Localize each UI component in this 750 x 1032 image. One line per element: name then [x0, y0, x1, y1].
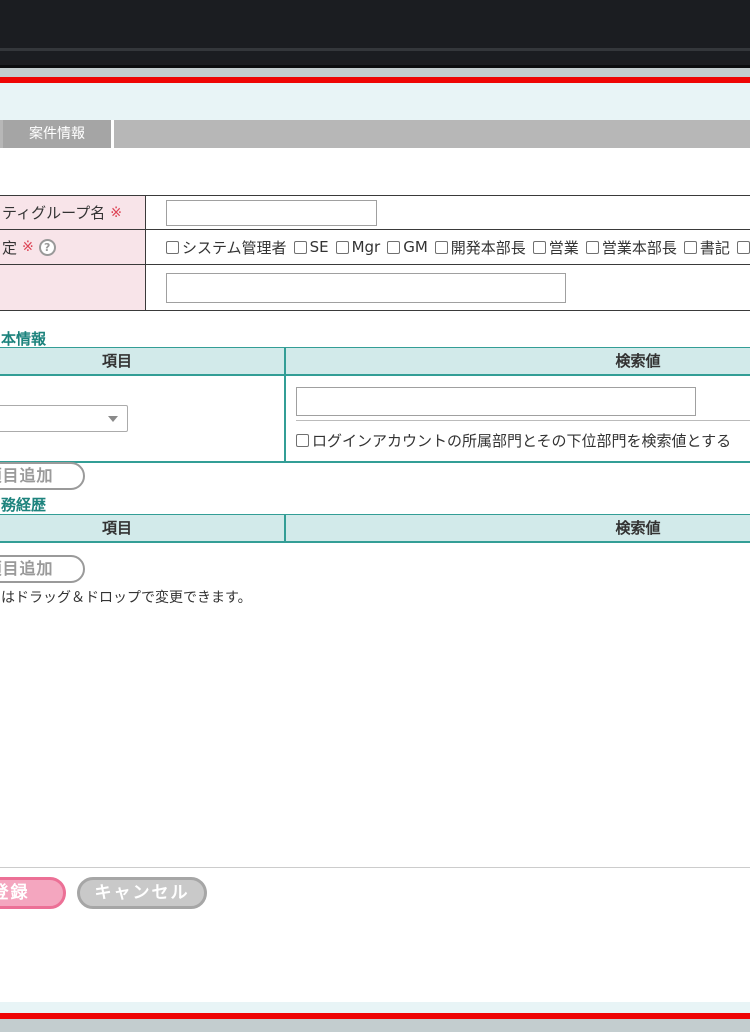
- form-row-group-name: ティグループ名 ※: [0, 196, 750, 230]
- role-checkbox-item[interactable]: GM: [387, 238, 428, 256]
- role-checkbox-item[interactable]: システム管理者: [166, 237, 287, 258]
- basic-info-table-row: ログインアカウントの所属部門とその下位部門を検索値とする: [0, 376, 750, 463]
- roles-checkbox-group: システム管理者 SE Mgr GM 開発本部長 営業 営業本部長 書記 営業事務: [146, 230, 750, 264]
- tab-bar: 案件情報: [0, 120, 750, 148]
- basic-info-table-header: 項目 検索値: [0, 347, 750, 376]
- checkbox-icon[interactable]: [166, 241, 179, 254]
- bottom-gray-strip: [0, 1019, 750, 1032]
- basic-info-search-table: 項目 検索値 ログインアカウントの所属部門とその下位部門を検索値とする: [0, 347, 750, 463]
- column-header-item: 項目: [0, 515, 286, 541]
- group-name-input[interactable]: [166, 200, 377, 226]
- drag-drop-hint-text: はドラッグ＆ドロップで変更できます。: [1, 587, 252, 607]
- help-icon[interactable]: ?: [39, 239, 56, 256]
- chevron-down-icon: [108, 416, 118, 422]
- item-select-dropdown[interactable]: [0, 405, 128, 432]
- tab-case-info[interactable]: 案件情報: [3, 120, 114, 148]
- bottom-light-strip: [0, 1002, 750, 1013]
- page: 案件情報 ティグループ名 ※ 定 ※ ? システム管理者 SE Mgr GM: [0, 0, 750, 1032]
- top-gray-strip: [0, 68, 750, 77]
- search-value-input[interactable]: [296, 387, 696, 416]
- role-checkbox-item[interactable]: Mgr: [336, 238, 381, 256]
- extra-field-cell: [146, 265, 750, 310]
- role-label: Mgr: [352, 238, 381, 256]
- group-name-label-cell: ティグループ名 ※: [0, 196, 146, 229]
- form-row-extra: [0, 265, 750, 311]
- role-label: GM: [403, 238, 428, 256]
- checkbox-icon[interactable]: [737, 241, 750, 254]
- footer-divider: [0, 867, 750, 868]
- role-label: 開発本部長: [451, 237, 526, 258]
- role-label: システム管理者: [182, 237, 287, 258]
- checkbox-icon[interactable]: [684, 241, 697, 254]
- role-checkbox-item[interactable]: 開発本部長: [435, 237, 526, 258]
- checkbox-icon[interactable]: [294, 241, 307, 254]
- checkbox-icon[interactable]: [586, 241, 599, 254]
- group-name-label: ティグループ名: [2, 202, 105, 223]
- checkbox-icon[interactable]: [336, 241, 349, 254]
- top-dark-separator: [0, 48, 750, 51]
- add-item-button-history[interactable]: 項目追加: [0, 555, 85, 583]
- search-value-cell: ログインアカウントの所属部門とその下位部門を検索値とする: [286, 376, 750, 461]
- role-label: 営業本部長: [602, 237, 677, 258]
- item-select-cell: [0, 376, 286, 461]
- role-label: 営業: [549, 237, 579, 258]
- role-checkbox-item[interactable]: 書記: [684, 237, 730, 258]
- group-form-table: ティグループ名 ※ 定 ※ ? システム管理者 SE Mgr GM 開発本部長 …: [0, 195, 750, 311]
- checkbox-icon[interactable]: [435, 241, 448, 254]
- role-label: 書記: [700, 237, 730, 258]
- checkbox-icon[interactable]: [387, 241, 400, 254]
- cancel-button[interactable]: キャンセル: [77, 877, 207, 909]
- add-item-button-basic[interactable]: 項目追加: [0, 462, 85, 490]
- role-label: SE: [310, 238, 329, 256]
- login-dept-checkbox-row[interactable]: ログインアカウントの所属部門とその下位部門を検索値とする: [296, 421, 750, 461]
- login-dept-checkbox-label: ログインアカウントの所属部門とその下位部門を検索値とする: [312, 430, 731, 451]
- work-history-table-header: 項目 検索値: [0, 514, 750, 543]
- setting-label-cell: 定 ※ ?: [0, 230, 146, 264]
- group-name-field-cell: [146, 196, 750, 229]
- role-checkbox-item[interactable]: 営業本部長: [586, 237, 677, 258]
- setting-label: 定: [2, 237, 17, 258]
- column-header-value: 検索値: [286, 515, 750, 541]
- work-history-search-table: 項目 検索値: [0, 514, 750, 543]
- form-row-setting: 定 ※ ? システム管理者 SE Mgr GM 開発本部長 営業 営業本部長 書…: [0, 230, 750, 265]
- top-dark-bar: [0, 0, 750, 65]
- role-checkbox-item[interactable]: 営業事務: [737, 237, 750, 258]
- extra-label-cell: [0, 265, 146, 310]
- submit-button[interactable]: 登録: [0, 877, 66, 909]
- required-mark: ※: [22, 239, 34, 255]
- role-checkbox-item[interactable]: SE: [294, 238, 329, 256]
- column-header-item: 項目: [0, 348, 286, 374]
- required-mark: ※: [110, 205, 122, 221]
- checkbox-icon[interactable]: [296, 434, 309, 447]
- column-header-value: 検索値: [286, 348, 750, 374]
- extra-text-input[interactable]: [166, 273, 566, 303]
- search-value-input-row: [296, 376, 750, 421]
- role-checkbox-item[interactable]: 営業: [533, 237, 579, 258]
- checkbox-icon[interactable]: [533, 241, 546, 254]
- top-light-strip: [0, 83, 750, 120]
